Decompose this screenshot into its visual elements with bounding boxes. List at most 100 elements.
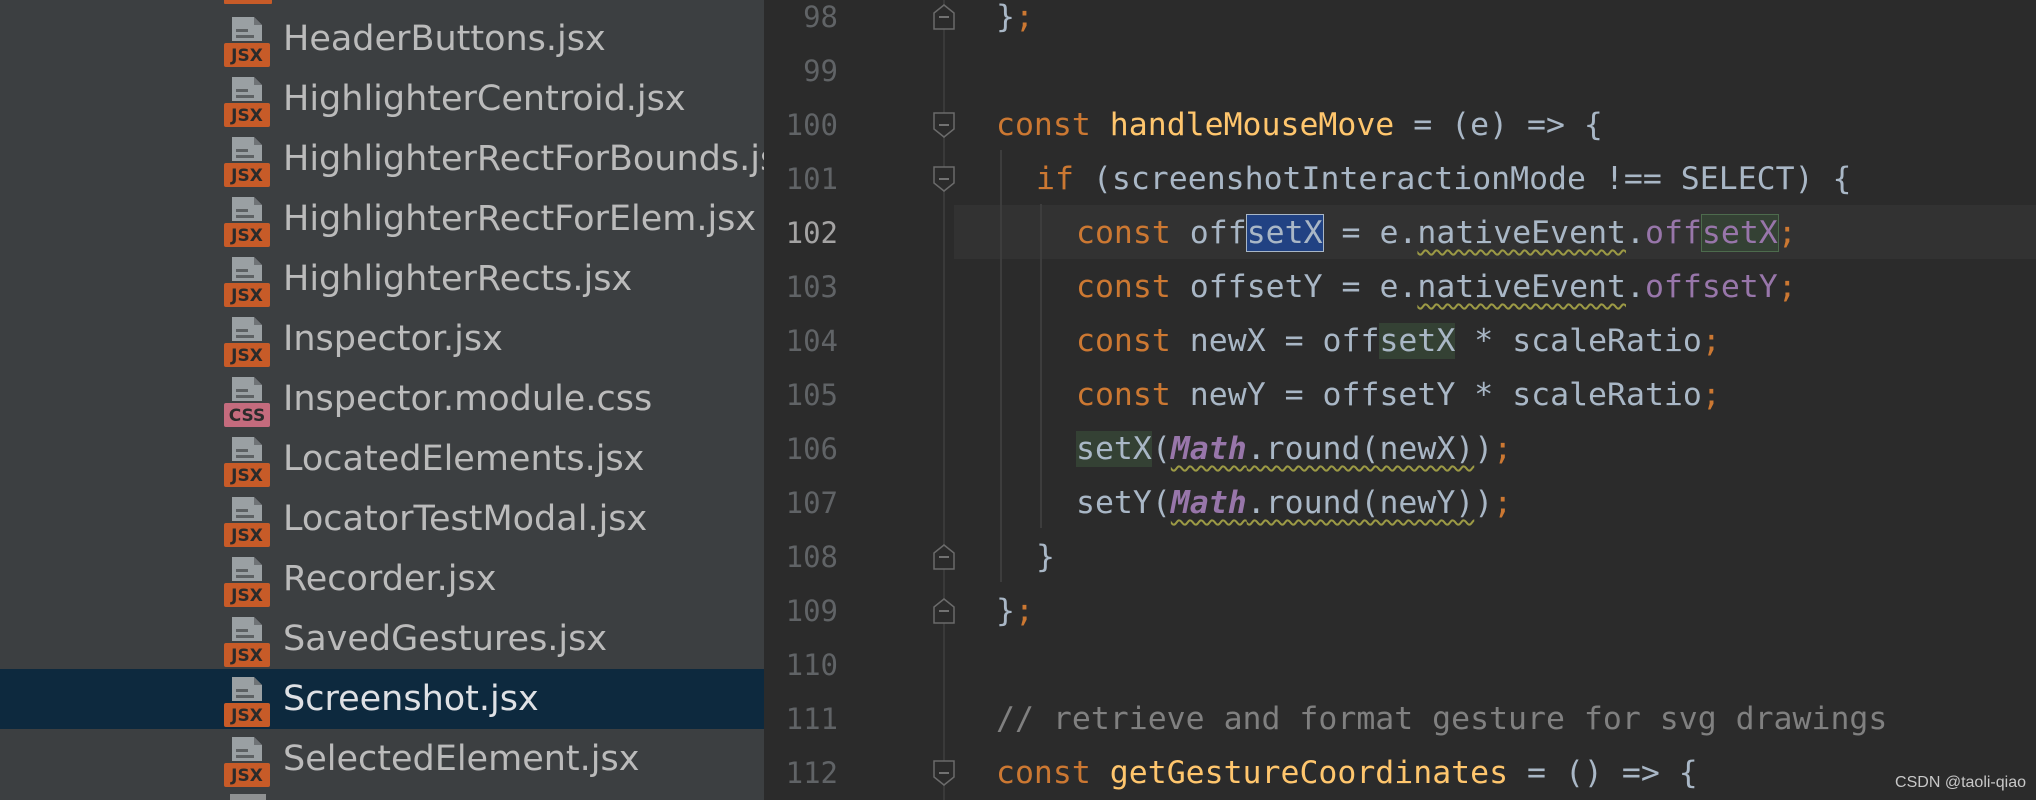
fold-start-icon[interactable]: [933, 112, 955, 138]
code-token: off: [1189, 215, 1247, 251]
file-name: Inspector.jsx: [283, 319, 503, 359]
tree-item[interactable]: CSS Inspector.module.css: [0, 369, 764, 429]
tree-item[interactable]: JSX LocatedElements.jsx: [0, 429, 764, 489]
line-number: 106: [785, 432, 838, 466]
tree-item[interactable]: JSX HighlighterCentroid.jsx: [0, 69, 764, 129]
fold-start-icon[interactable]: [933, 760, 955, 786]
code-token: const: [1076, 377, 1190, 413]
code-token: setY(: [1076, 485, 1171, 521]
file-name: Recorder.jsx: [283, 559, 497, 599]
code-token: = e.: [1322, 215, 1418, 251]
watermark: CSDN @taoli-qiao: [1895, 774, 2026, 791]
highlighted-token: setX: [1700, 214, 1779, 252]
code-text: const offsetX = e.nativeEvent.offsetX;: [1076, 206, 1797, 260]
tree-item[interactable]: JSX SavedGestures.jsx: [0, 609, 764, 669]
fold-end-icon[interactable]: [933, 544, 955, 570]
svg-text:JSX: JSX: [230, 166, 263, 186]
code-token: (screenshotInteractionMode !== SELECT) {: [1092, 161, 1852, 197]
code-token: * scaleRatio: [1455, 323, 1702, 359]
file-name: HighlighterRects.jsx: [283, 259, 633, 299]
line-number: 108: [785, 540, 838, 574]
file-name: HeaderButtons.jsx: [283, 19, 606, 59]
file-name: Screenshot.jsx: [283, 679, 539, 719]
code-text: };: [996, 0, 1034, 44]
tree-item[interactable]: JSX HighlighterRects.jsx: [0, 249, 764, 309]
code-token: ;: [1493, 431, 1513, 467]
code-line[interactable]: 105 const newY = offsetY * scaleRatio;: [764, 368, 2036, 422]
svg-text:JSX: JSX: [230, 706, 263, 726]
tree-item[interactable]: JSX SelectedElement.jsx: [0, 729, 764, 789]
code-token: ;: [1777, 269, 1797, 305]
code-line[interactable]: 108}: [764, 530, 2036, 584]
code-token: offsetY: [1644, 269, 1778, 305]
code-token: ): [1474, 431, 1494, 467]
code-line[interactable]: 100 const handleMouseMove = (e) => {: [764, 98, 2036, 152]
svg-text:JSX: JSX: [230, 586, 263, 606]
code-token: .: [1626, 215, 1645, 251]
code-line[interactable]: 106 setX(Math.round(newX));: [764, 422, 2036, 476]
code-line[interactable]: 104 const newX = offsetX * scaleRatio;: [764, 314, 2036, 368]
code-text: if (screenshotInteractionMode !== SELECT…: [1036, 152, 1852, 206]
code-token: .round(newY): [1246, 485, 1475, 521]
code-line[interactable]: 101 if (screenshotInteractionMode !== SEL…: [764, 152, 2036, 206]
line-number: 99: [803, 54, 838, 88]
code-token: .round(newX): [1246, 431, 1475, 467]
file-name: LocatorTestModal.jsx: [283, 499, 648, 539]
code-text: setY(Math.round(newY));: [1076, 476, 1512, 530]
code-line[interactable]: 99: [764, 44, 2036, 98]
tree-item[interactable]: JSX Recorder.jsx: [0, 549, 764, 609]
code-line[interactable]: 112 const getGestureCoordinates = () => {: [764, 746, 2036, 800]
code-text: const newY = offsetY * scaleRatio;: [1076, 368, 1721, 422]
code-token: const: [996, 755, 1110, 791]
code-line[interactable]: 102 const offsetX = e.nativeEvent.offsetX…: [764, 206, 2036, 260]
code-text: const newX = offsetX * scaleRatio;: [1076, 314, 1721, 368]
jsx-file-icon: JSX: [224, 677, 270, 727]
code-text: setX(Math.round(newX));: [1076, 422, 1512, 476]
code-line[interactable]: 98};: [764, 0, 2036, 44]
fold-start-icon[interactable]: [933, 166, 955, 192]
code-line[interactable]: 111 // retrieve and format gesture for sv…: [764, 692, 2036, 746]
fold-end-icon[interactable]: [933, 4, 955, 30]
code-line[interactable]: 110: [764, 638, 2036, 692]
code-token: ;: [1014, 0, 1034, 35]
css-file-icon: CSS: [224, 377, 270, 427]
fold-end-icon[interactable]: [933, 598, 955, 624]
code-text: const handleMouseMove = (e) => {: [996, 98, 1603, 152]
tree-item[interactable]: JSX HighlighterRectForBounds.jsx: [0, 129, 764, 189]
line-number: 103: [785, 270, 838, 304]
code-token: newX = off: [1189, 323, 1380, 359]
code-token: }: [1036, 539, 1055, 575]
code-token: }: [996, 0, 1015, 35]
code-line[interactable]: 109};: [764, 584, 2036, 638]
svg-text:JSX: JSX: [230, 526, 263, 546]
code-text: const getGestureCoordinates = () => {: [996, 746, 1698, 800]
code-token: nativeEvent: [1417, 215, 1627, 251]
code-token: // retrieve and format gesture for svg d…: [996, 701, 1888, 737]
jsx-file-icon: JSX: [224, 497, 270, 547]
highlighted-token: setX: [1245, 214, 1324, 252]
svg-text:JSX: JSX: [230, 766, 263, 786]
jsx-file-icon: JSX: [224, 137, 270, 187]
svg-text:JSX: JSX: [230, 226, 263, 246]
tree-item[interactable]: JSX HeaderButtons.jsx: [0, 9, 764, 69]
code-line[interactable]: 103 const offsetY = e.nativeEvent.offsetY…: [764, 260, 2036, 314]
code-line[interactable]: 107 setY(Math.round(newY));: [764, 476, 2036, 530]
code-text: };: [996, 584, 1034, 638]
line-number: 104: [785, 324, 838, 358]
tree-item[interactable]: JSX Inspector.jsx: [0, 309, 764, 369]
line-number: 101: [785, 162, 838, 196]
code-editor[interactable]: 98}; 99 100 const handleMouseMove = (e) => …: [764, 0, 2036, 800]
project-tree: JSX HeaderButtons.jsx JSX HighlighterCentro…: [0, 0, 764, 800]
tree-item[interactable]: JSX LocatorTestModal.jsx: [0, 489, 764, 549]
code-token: const: [996, 107, 1110, 143]
code-token: = () => {: [1508, 755, 1698, 791]
code-token: nativeEvent: [1417, 269, 1626, 305]
line-number: 107: [785, 486, 838, 520]
jsx-file-icon: JSX: [224, 77, 270, 127]
code-token: ;: [1014, 593, 1034, 629]
tree-item[interactable]: JSX HighlighterRectForElem.jsx: [0, 189, 764, 249]
code-token: (: [1151, 431, 1171, 467]
svg-text:JSX: JSX: [230, 466, 263, 486]
code-token: .: [1626, 269, 1645, 305]
tree-item[interactable]: JSX Screenshot.jsx: [0, 669, 764, 729]
